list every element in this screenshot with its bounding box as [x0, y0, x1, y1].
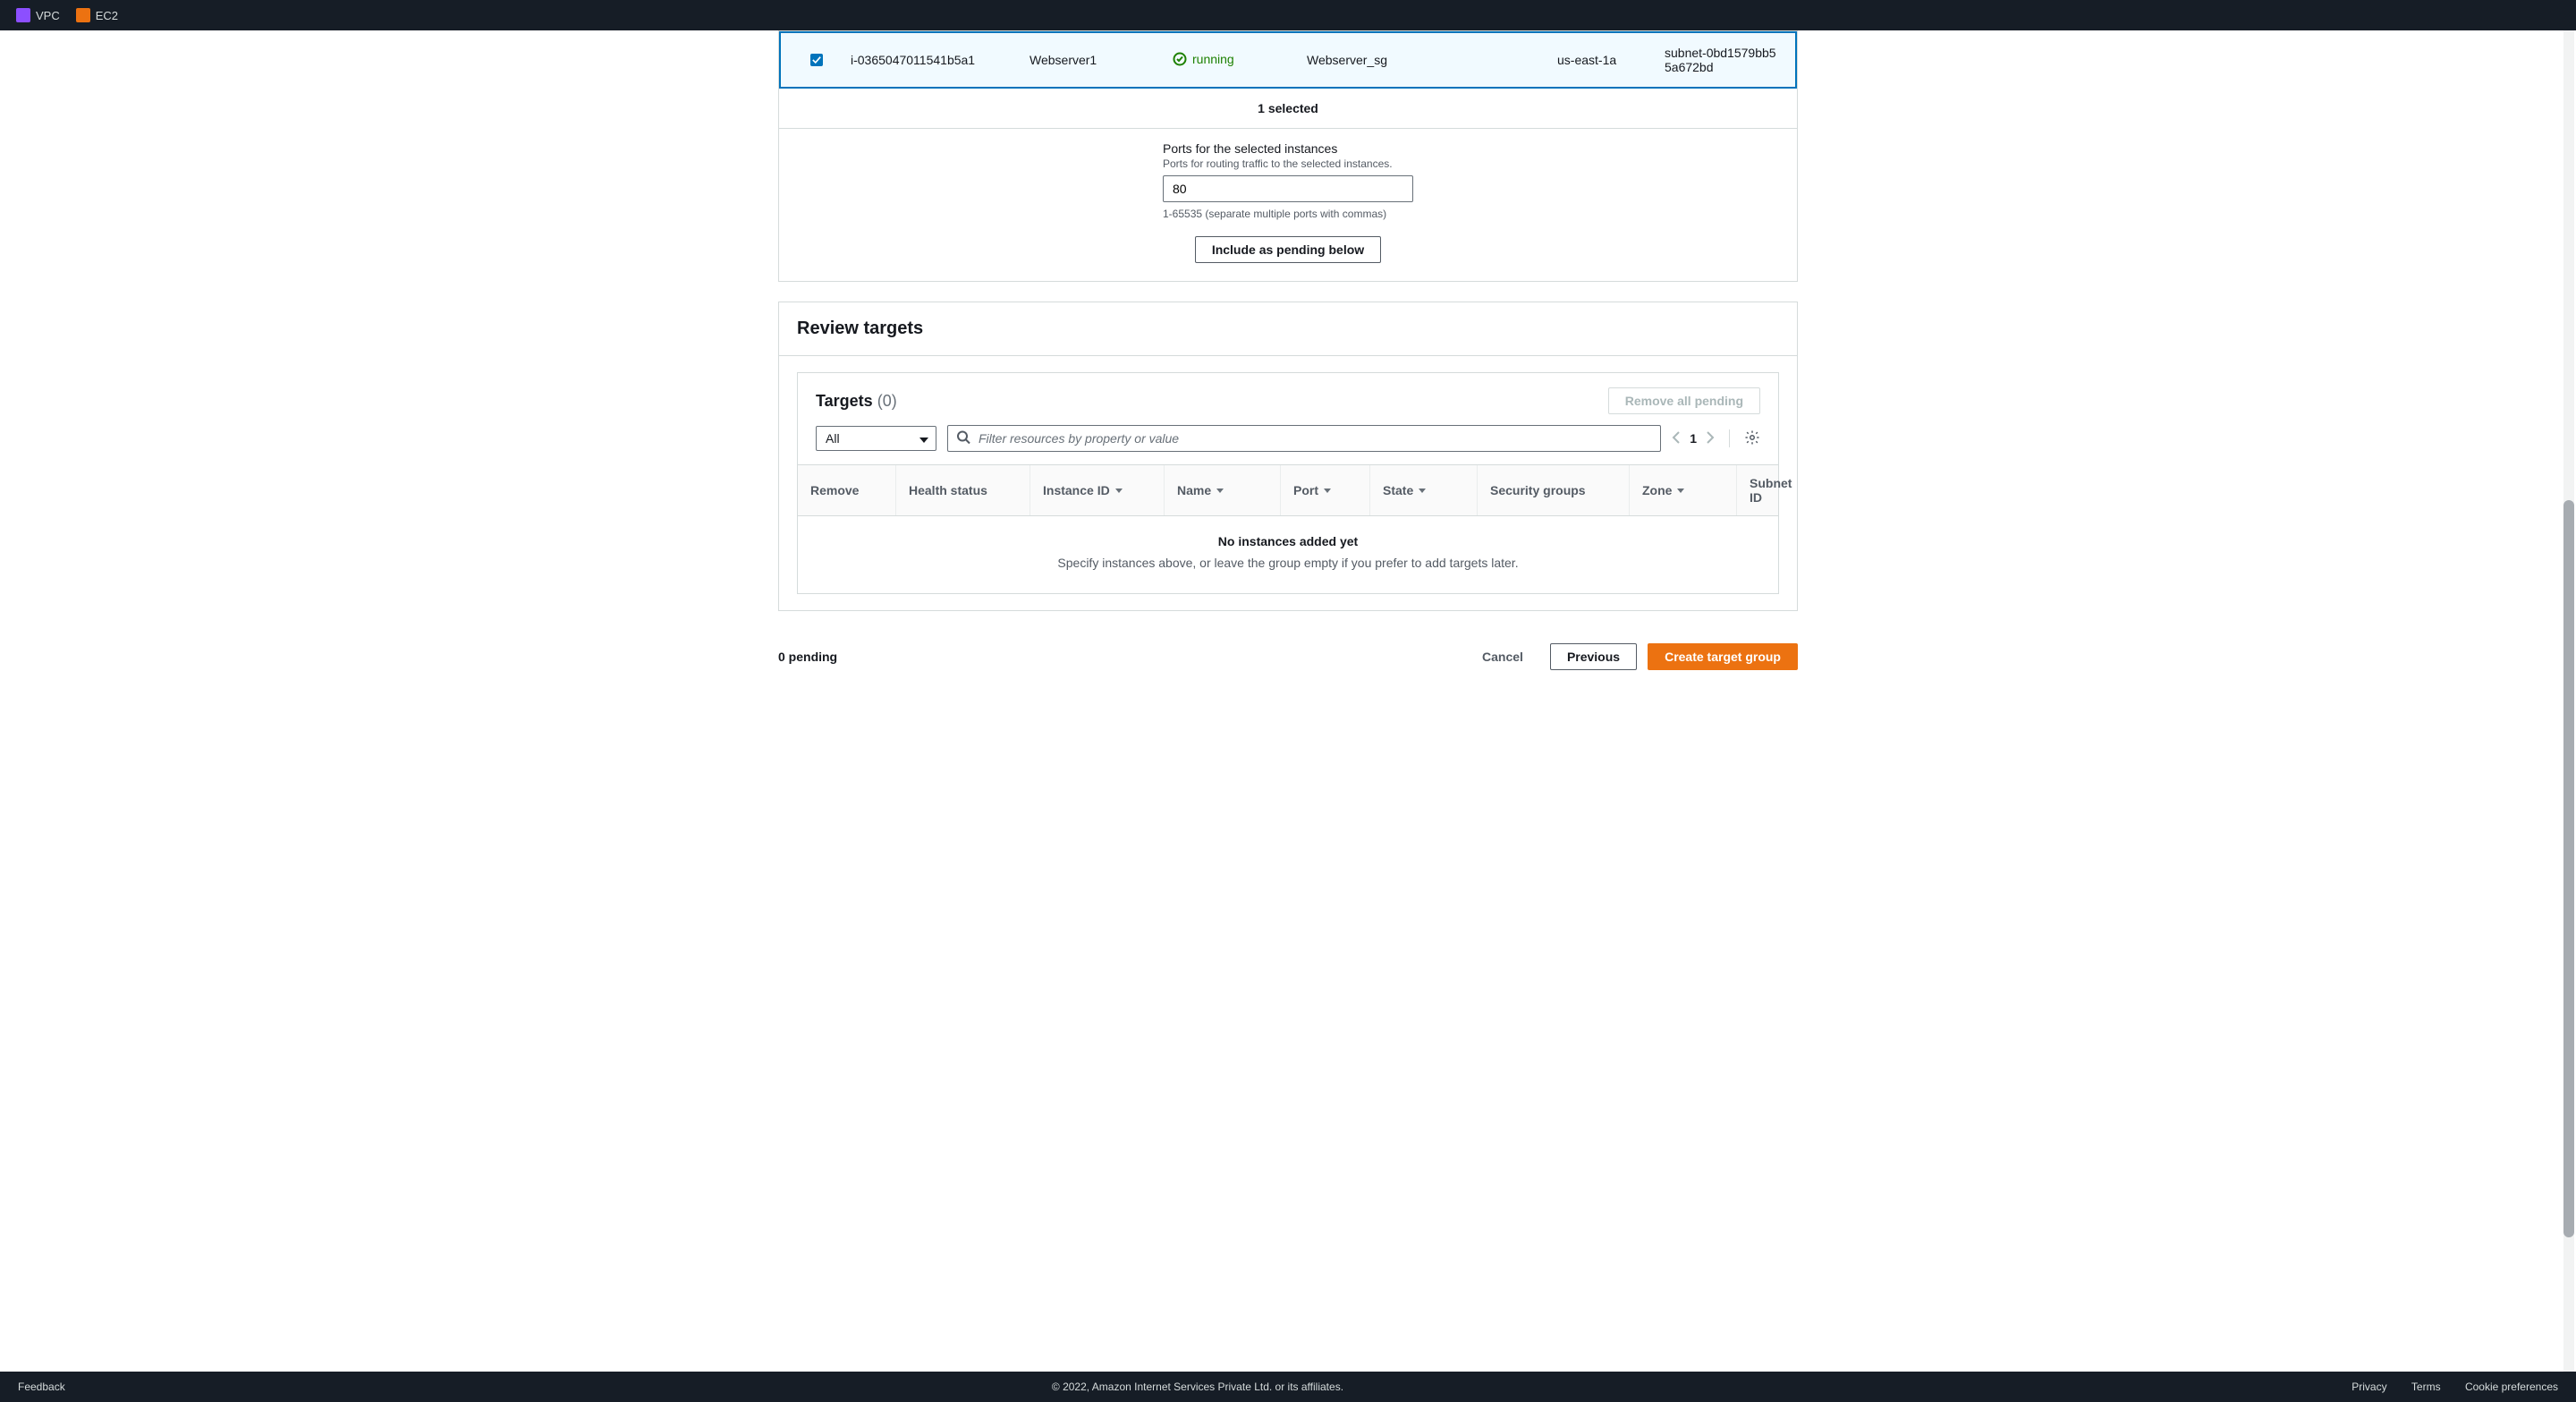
nav-link-label: EC2	[96, 9, 118, 22]
remove-all-pending-button[interactable]: Remove all pending	[1608, 387, 1760, 414]
cell-zone: us-east-1a	[1550, 53, 1657, 67]
privacy-link[interactable]: Privacy	[2351, 1381, 2386, 1393]
ports-helper: 1-65535 (separate multiple ports with co…	[1163, 208, 1413, 220]
wizard-footer: 0 pending Cancel Previous Create target …	[778, 631, 1798, 679]
filter-select-value: All	[826, 431, 840, 446]
cell-subnet: subnet-0bd1579bb55a672bd	[1657, 46, 1786, 74]
pending-count: 0 pending	[778, 650, 837, 664]
cookie-prefs-link[interactable]: Cookie preferences	[2465, 1381, 2558, 1393]
targets-title-text: Targets	[816, 392, 873, 410]
targets-title: Targets (0)	[816, 392, 897, 411]
selected-count: 1 selected	[779, 89, 1797, 129]
targets-count: (0)	[877, 392, 897, 410]
empty-subtitle: Specify instances above, or leave the gr…	[807, 556, 1769, 570]
col-zone[interactable]: Zone	[1630, 465, 1737, 515]
targets-inner-panel: Targets (0) Remove all pending All	[797, 372, 1779, 594]
cell-name: Webserver1	[1022, 53, 1165, 67]
targets-empty-state: No instances added yet Specify instances…	[798, 516, 1778, 593]
cell-security-group: Webserver_sg	[1300, 53, 1550, 67]
pagination: 1	[1672, 429, 1760, 448]
col-security-groups: Security groups	[1478, 465, 1630, 515]
col-state[interactable]: State	[1370, 465, 1478, 515]
available-instances-panel: i-0365047011541b5a1 Webserver1 running W…	[778, 30, 1798, 282]
instance-row-selected[interactable]: i-0365047011541b5a1 Webserver1 running W…	[779, 31, 1797, 89]
cell-instance-id: i-0365047011541b5a1	[843, 53, 1022, 67]
status-ok-icon	[1173, 52, 1187, 66]
col-port[interactable]: Port	[1281, 465, 1370, 515]
caret-down-icon	[919, 431, 928, 446]
review-targets-header: Review targets	[779, 302, 1797, 356]
page-next-button[interactable]	[1706, 431, 1715, 446]
settings-gear-button[interactable]	[1744, 429, 1760, 448]
cancel-button[interactable]: Cancel	[1466, 644, 1539, 669]
sort-icon	[1115, 489, 1123, 493]
top-nav: VPC EC2	[0, 0, 2576, 30]
create-target-group-button[interactable]: Create target group	[1648, 643, 1798, 670]
page-prev-button[interactable]	[1672, 431, 1681, 446]
sort-icon	[1216, 489, 1224, 493]
sort-icon	[1324, 489, 1331, 493]
review-targets-panel: Review targets Targets (0) Remove all pe…	[778, 302, 1798, 611]
vpc-icon	[16, 8, 30, 22]
footer-nav: Feedback © 2022, Amazon Internet Service…	[0, 1372, 2576, 1402]
filter-input[interactable]	[947, 425, 1661, 452]
col-name[interactable]: Name	[1165, 465, 1281, 515]
ports-section: Ports for the selected instances Ports f…	[779, 129, 1797, 281]
include-pending-button[interactable]: Include as pending below	[1195, 236, 1381, 263]
terms-link[interactable]: Terms	[2411, 1381, 2441, 1393]
ports-hint: Ports for routing traffic to the selecte…	[1163, 157, 1413, 170]
ports-label: Ports for the selected instances	[1163, 141, 1413, 156]
status-text: running	[1192, 52, 1234, 66]
nav-link-ec2[interactable]: EC2	[76, 8, 118, 22]
sort-icon	[1419, 489, 1426, 493]
col-health-status: Health status	[896, 465, 1030, 515]
nav-link-label: VPC	[36, 9, 60, 22]
col-remove: Remove	[798, 465, 896, 515]
ports-input[interactable]	[1163, 175, 1413, 202]
feedback-link[interactable]: Feedback	[18, 1381, 65, 1393]
ec2-icon	[76, 8, 90, 22]
nav-link-vpc[interactable]: VPC	[16, 8, 60, 22]
col-subnet-id: Subnet ID	[1737, 465, 1804, 515]
previous-button[interactable]: Previous	[1550, 643, 1637, 670]
targets-table-header: Remove Health status Instance ID Name Po…	[798, 464, 1778, 516]
copyright-text: © 2022, Amazon Internet Services Private…	[65, 1381, 2331, 1393]
status-running: running	[1173, 52, 1234, 66]
page-number: 1	[1690, 431, 1697, 446]
vertical-scrollbar[interactable]	[2562, 30, 2576, 1372]
row-checkbox[interactable]	[810, 54, 823, 66]
col-instance-id[interactable]: Instance ID	[1030, 465, 1165, 515]
sort-icon	[1677, 489, 1684, 493]
empty-title: No instances added yet	[807, 534, 1769, 548]
search-icon	[956, 430, 970, 447]
filter-select[interactable]: All	[816, 426, 936, 451]
check-icon	[812, 55, 821, 64]
